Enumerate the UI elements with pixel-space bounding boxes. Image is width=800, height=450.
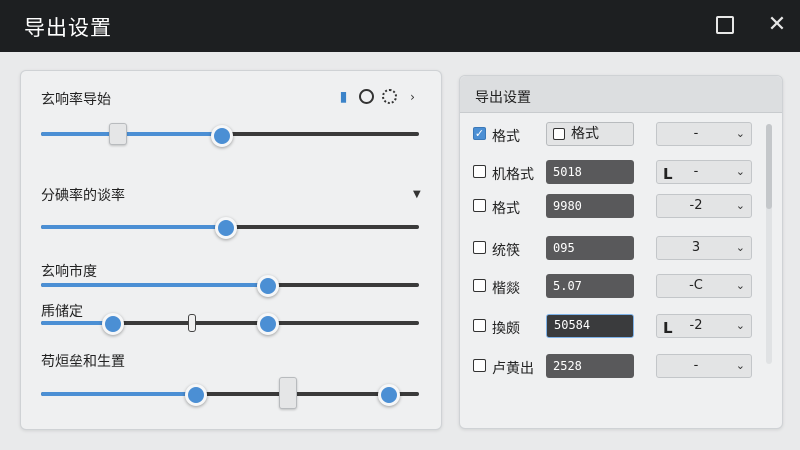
- slider-4-high-knob[interactable]: [256, 313, 279, 335]
- value-select[interactable]: - ⌄: [656, 122, 752, 146]
- chevron-down-icon: ⌄: [735, 165, 745, 178]
- select-value: -C: [689, 278, 703, 293]
- select-value: -: [693, 126, 699, 141]
- slider-5-track[interactable]: [41, 392, 419, 396]
- select-value: -: [693, 358, 699, 373]
- row-checkbox[interactable]: [473, 241, 486, 254]
- slider-2-fill: [41, 225, 227, 229]
- row-label: 统筷: [492, 243, 520, 259]
- slider-settings-panel: 玄响率导始 ▮ › 分碘率的谈率 ▼ 玄响市度 乕储定 苟烜垒和生置: [20, 70, 442, 430]
- chevron-right-icon[interactable]: ›: [405, 89, 420, 104]
- window-title: 导出设置: [24, 16, 112, 40]
- slider-1-handle[interactable]: [108, 123, 127, 145]
- maximize-button[interactable]: [714, 14, 736, 36]
- slider-4-low-knob[interactable]: [101, 313, 124, 335]
- format-inner-checkbox[interactable]: [553, 128, 565, 140]
- row-label: 机格式: [492, 167, 534, 183]
- slider-3-track[interactable]: [41, 283, 419, 287]
- slider-5-low-knob[interactable]: [184, 384, 207, 406]
- format-checkbox-field[interactable]: 格式: [546, 122, 634, 146]
- value-input[interactable]: 2528: [546, 354, 634, 378]
- close-icon: ✕: [767, 12, 787, 37]
- format-inner-label: 格式: [571, 126, 599, 142]
- select-value: -2: [689, 318, 703, 333]
- value-input[interactable]: 5.07: [546, 274, 634, 298]
- slider-5-high-knob[interactable]: [377, 384, 400, 406]
- slider-1-knob[interactable]: [211, 125, 234, 147]
- row-label: 換颇: [492, 321, 520, 337]
- row-checkbox[interactable]: [473, 319, 486, 332]
- chevron-down-icon: ⌄: [735, 241, 745, 254]
- slider-5-mid-handle[interactable]: [278, 377, 297, 409]
- value-select[interactable]: L -2 ⌄: [656, 314, 752, 338]
- slider-5-fill: [41, 392, 196, 396]
- slider-2-label: 分碘率的谈率: [41, 188, 125, 204]
- slider-4-mid-handle[interactable]: [187, 314, 196, 332]
- row-checkbox[interactable]: ✓: [473, 127, 486, 140]
- scrollbar-thumb[interactable]: [766, 124, 772, 209]
- dropdown-caret-icon[interactable]: ▼: [413, 189, 421, 200]
- value-select[interactable]: 3 ⌄: [656, 236, 752, 260]
- settings-row: 換颇 50584 L -2 ⌄: [460, 314, 782, 340]
- panel-header: 导出设置: [460, 76, 782, 113]
- row-label: 卢黄出: [492, 361, 534, 377]
- value-input[interactable]: 9980: [546, 194, 634, 218]
- slider-3-fill: [41, 283, 268, 287]
- panel-title: 导出设置: [475, 90, 531, 106]
- value-input[interactable]: 5018: [546, 160, 634, 184]
- title-bar: 导出设置 ✕: [0, 0, 800, 52]
- settings-row: 格式 9980 -2 ⌄: [460, 194, 782, 220]
- row-checkbox[interactable]: [473, 199, 486, 212]
- value-select[interactable]: -C ⌄: [656, 274, 752, 298]
- settings-row: 统筷 095 3 ⌄: [460, 236, 782, 262]
- slider-4-label: 乕储定: [41, 304, 83, 320]
- settings-row: 楷燚 5.07 -C ⌄: [460, 274, 782, 300]
- bookmark-icon[interactable]: ▮: [336, 89, 351, 105]
- select-value: 3: [691, 240, 701, 255]
- chevron-down-icon: ⌄: [735, 199, 745, 212]
- slider-1-fill: [41, 132, 223, 136]
- slider-3-knob[interactable]: [256, 275, 279, 297]
- row-label: 楷燚: [492, 281, 520, 297]
- chevron-down-icon: ⌄: [735, 127, 745, 140]
- settings-row: 卢黄出 2528- ⌄: [460, 354, 782, 380]
- chevron-down-icon: ⌄: [735, 279, 745, 292]
- value-input[interactable]: 095: [546, 236, 634, 260]
- row-checkbox[interactable]: [473, 279, 486, 292]
- row-label: 格式: [492, 201, 520, 217]
- select-value: -2: [689, 198, 703, 213]
- slider-5-label: 苟烜垒和生置: [41, 354, 125, 370]
- row-checkbox[interactable]: [473, 165, 486, 178]
- view-mode-icons: ▮ ›: [336, 89, 420, 105]
- value-select[interactable]: - ⌄: [656, 354, 752, 378]
- chevron-down-icon: ⌄: [735, 359, 745, 372]
- circle-icon[interactable]: [359, 89, 374, 104]
- row-checkbox[interactable]: [473, 359, 486, 372]
- row-label: 格式: [492, 129, 520, 145]
- chevron-down-icon: ⌄: [735, 319, 745, 332]
- select-value: -: [693, 164, 699, 179]
- settings-row: ✓ 格式 格式 - ⌄: [460, 122, 782, 148]
- maximize-icon: [716, 16, 734, 34]
- slider-2-knob[interactable]: [215, 217, 238, 239]
- value-input[interactable]: 50584: [546, 314, 634, 338]
- value-select[interactable]: -2 ⌄: [656, 194, 752, 218]
- settings-row: 机格式 5018 L - ⌄: [460, 160, 782, 186]
- value-select[interactable]: L - ⌄: [656, 160, 752, 184]
- export-settings-panel: 导出设置 ✓ 格式 格式 - ⌄ 机格式 5018 L - ⌄ 格式 9980 -2 ⌄ 统筷 095 3 ⌄ 楷燚…: [459, 75, 783, 429]
- slider-1-label: 玄响率导始: [41, 92, 111, 108]
- dotted-circle-icon[interactable]: [382, 89, 397, 104]
- slider-3-label: 玄响市度: [41, 264, 97, 280]
- close-button[interactable]: ✕: [766, 14, 788, 36]
